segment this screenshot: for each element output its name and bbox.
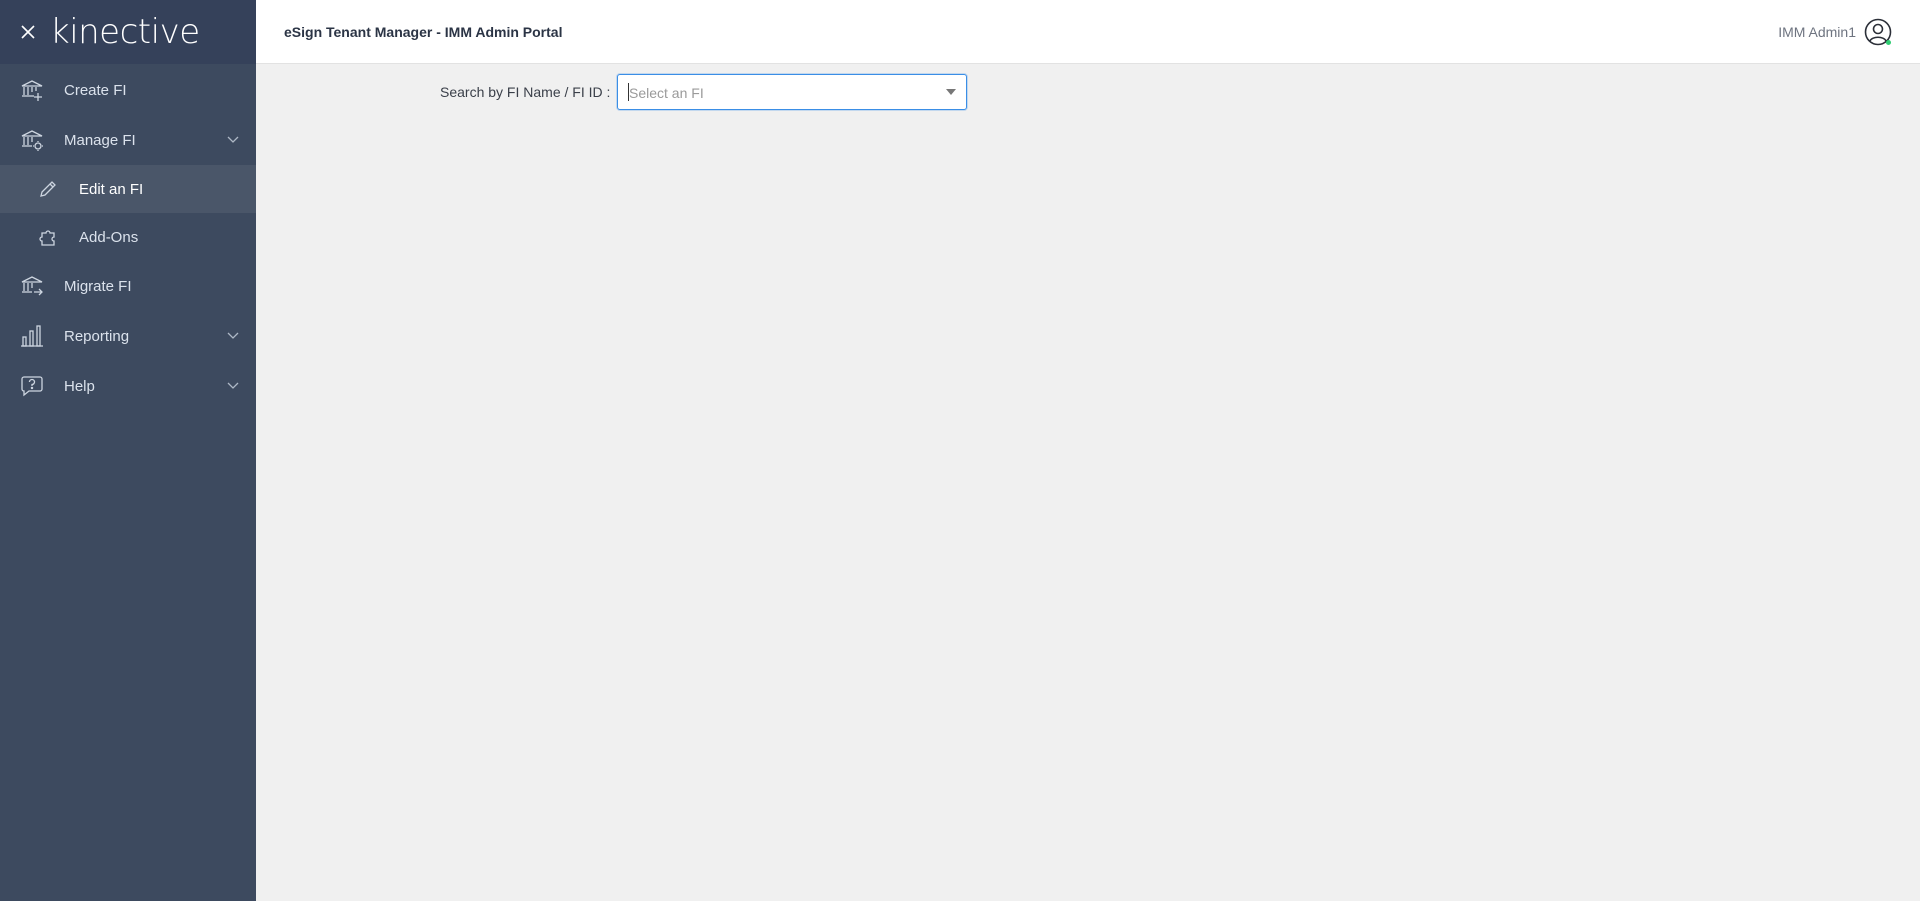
- chevron-down-icon[interactable]: [226, 329, 240, 343]
- bank-gear-icon: [19, 127, 45, 153]
- top-bar: eSign Tenant Manager - IMM Admin Portal …: [256, 0, 1920, 64]
- sidebar-item-label: Manage FI: [64, 131, 136, 149]
- sidebar-nav: Create FI Manage FI Edit an FI Add-Ons M…: [0, 65, 256, 411]
- sidebar-item-label: Create FI: [64, 81, 127, 99]
- page-title: eSign Tenant Manager - IMM Admin Portal: [284, 23, 563, 40]
- user-name: IMM Admin1: [1778, 24, 1856, 40]
- bank-arrow-icon: [19, 273, 45, 299]
- help-bubble-icon: [19, 373, 45, 399]
- sidebar-item-migrate-fi[interactable]: Migrate FI: [0, 261, 256, 311]
- bar-chart-icon: [19, 323, 45, 349]
- sidebar-item-label: Help: [64, 377, 95, 395]
- logo: kinective: [50, 12, 200, 52]
- sidebar-subitem-label: Add-Ons: [79, 228, 139, 246]
- fi-select-input[interactable]: Select an FI: [617, 74, 967, 110]
- dropdown-arrow-icon[interactable]: [946, 89, 956, 95]
- search-label: Search by FI Name / FI ID :: [440, 84, 611, 100]
- sidebar-item-help[interactable]: Help: [0, 361, 256, 411]
- avatar[interactable]: [1864, 18, 1892, 46]
- sidebar-item-manage-fi[interactable]: Manage FI: [0, 115, 256, 165]
- user-menu[interactable]: IMM Admin1: [1778, 0, 1892, 64]
- online-status-dot: [1886, 40, 1891, 45]
- sidebar-item-label: Reporting: [64, 327, 130, 345]
- chevron-down-icon[interactable]: [226, 379, 240, 393]
- sidebar-subitem-label: Edit an FI: [79, 180, 144, 198]
- brand-bar: kinective: [0, 0, 256, 64]
- chevron-up-icon[interactable]: [226, 133, 240, 147]
- sidebar: kinective Create FI Manage FI Edit an FI…: [0, 0, 256, 901]
- main-content: Search by FI Name / FI ID : Select an FI: [256, 65, 1920, 901]
- fi-search-row: Search by FI Name / FI ID : Select an FI: [256, 74, 1920, 110]
- sidebar-subitem-edit-fi[interactable]: Edit an FI: [0, 165, 256, 213]
- sidebar-subitem-add-ons[interactable]: Add-Ons: [0, 213, 256, 261]
- select-placeholder: Select an FI: [629, 85, 704, 101]
- bank-plus-icon: [19, 77, 45, 103]
- sidebar-item-create-fi[interactable]: Create FI: [0, 65, 256, 115]
- sidebar-item-label: Migrate FI: [64, 277, 132, 295]
- sidebar-item-reporting[interactable]: Reporting: [0, 311, 256, 361]
- close-icon[interactable]: [16, 20, 40, 44]
- pencil-icon: [37, 178, 59, 200]
- puzzle-icon: [37, 226, 59, 248]
